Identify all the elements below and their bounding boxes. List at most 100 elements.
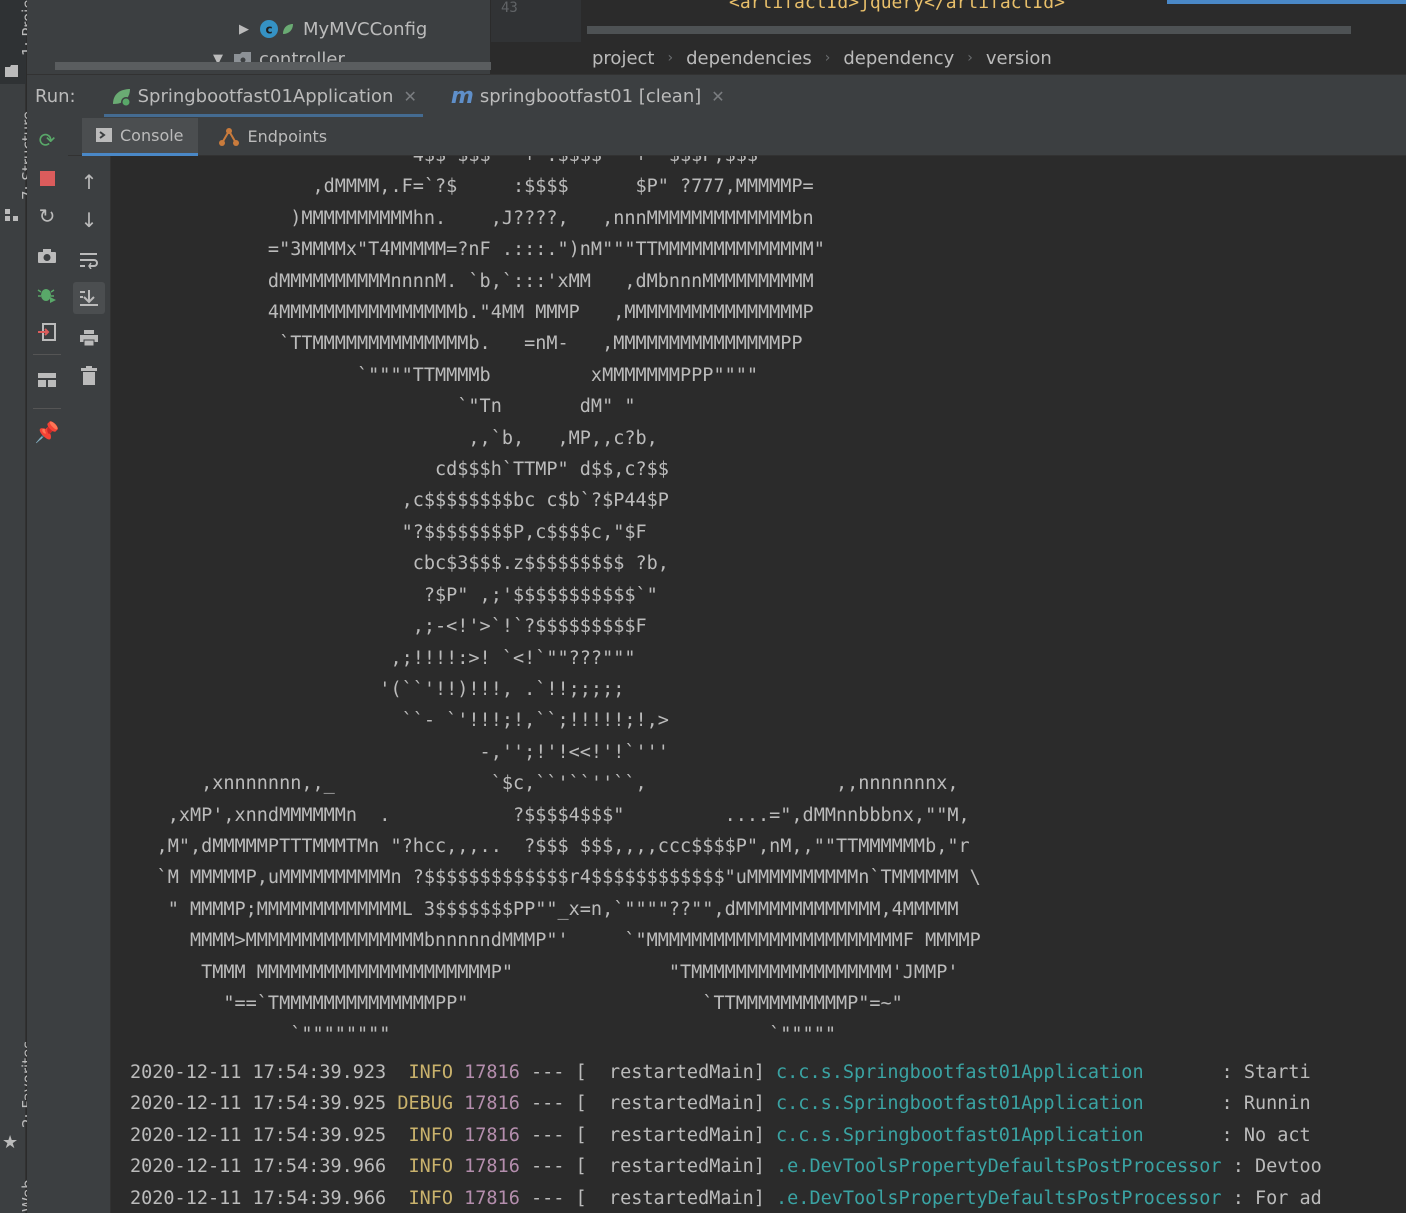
editor-code-line[interactable]: <artifactId>jquery</artifactId>: [729, 0, 1065, 13]
ascii-art-banner: 4$$ $$$ + .$$$$ + $$$F,$$$ ,dMMMM,.F=`?$…: [156, 156, 981, 1046]
log-sep: ---: [519, 1124, 576, 1146]
log-line: 2020-12-11 17:54:39.966 INFO 17816 --- […: [130, 1183, 1322, 1213]
scroll-to-end-icon[interactable]: [77, 286, 101, 310]
run-tab-label: Springbootfast01Application: [137, 86, 394, 107]
log-timestamp: 2020-12-11 17:54:39.923: [130, 1062, 398, 1083]
expand-arrow-icon[interactable]: ▶: [239, 22, 259, 37]
log-level: INFO: [397, 1187, 465, 1209]
log-timestamp: 2020-12-11 17:54:39.966: [130, 1187, 398, 1209]
log-logger: c.c.s.Springbootfast01Application: [776, 1062, 1144, 1083]
run-tab-label: springbootfast01 [clean]: [479, 86, 702, 107]
log-sep: ---: [519, 1187, 576, 1209]
login-icon[interactable]: [35, 320, 59, 344]
breadcrumb-item-version[interactable]: version: [986, 48, 1052, 69]
tab-structure[interactable]: 7: Structure: [0, 106, 37, 230]
stop-icon[interactable]: [35, 166, 59, 190]
svg-text:c: c: [265, 23, 272, 37]
debug-bug-icon[interactable]: [35, 282, 59, 306]
log-line: 2020-12-11 17:54:39.925 INFO 17816 --- […: [130, 1120, 1322, 1151]
camera-icon[interactable]: [35, 244, 59, 268]
print-icon[interactable]: [77, 326, 101, 350]
layout-icon[interactable]: [35, 368, 59, 392]
spring-boot-run-icon: [112, 88, 131, 107]
structure-icon: [5, 209, 18, 221]
tab-console-label: Console: [120, 125, 184, 145]
maven-icon: m: [450, 84, 474, 109]
arrow-down-icon[interactable]: ↓: [77, 208, 101, 232]
run-toolbar-primary: ⟳ ↻ 📌: [27, 118, 67, 1213]
breadcrumb-item-dependency[interactable]: dependency: [843, 48, 954, 69]
arrow-up-icon[interactable]: ↑: [77, 170, 101, 194]
log-message: : Devtoo: [1221, 1156, 1322, 1178]
line-number: 43: [501, 0, 518, 16]
tab-project[interactable]: 1: Proje: [0, 0, 37, 84]
log-logger: c.c.s.Springbootfast01Application: [776, 1093, 1144, 1115]
log-message: : Starti: [1143, 1062, 1311, 1083]
log-pid: 17816: [464, 1093, 520, 1115]
restart-icon[interactable]: ↻: [35, 204, 59, 228]
log-pid: 17816: [464, 1124, 520, 1146]
log-logger: .e.DevToolsPropertyDefaultsPostProcessor: [776, 1187, 1222, 1209]
console-icon: [96, 128, 112, 142]
run-panel-header: Run: Springbootfast01Application ✕ m spr…: [27, 74, 1406, 118]
log-level: INFO: [397, 1156, 465, 1178]
class-icon: c: [260, 20, 278, 38]
log-logger: .e.DevToolsPropertyDefaultsPostProcessor: [776, 1156, 1222, 1178]
trash-icon[interactable]: [77, 364, 101, 388]
log-thread: [ restartedMain]: [575, 1062, 777, 1083]
left-tool-stripe: 1: Proje 7: Structure 2: Favorites ★ Web: [0, 0, 37, 1213]
log-lines: 2020-12-11 17:54:39.923 INFO 17816 --- […: [130, 1057, 1322, 1213]
run-tab-maven-clean[interactable]: m springbootfast01 [clean] ✕: [445, 75, 731, 119]
chevron-right-icon: ›: [824, 50, 831, 66]
chevron-right-icon: ›: [667, 50, 674, 66]
log-logger: c.c.s.Springbootfast01Application: [776, 1124, 1144, 1146]
toolbar-divider: [33, 408, 61, 409]
breadcrumb-item-project[interactable]: project: [592, 48, 654, 69]
log-sep: ---: [519, 1093, 576, 1115]
toolbar-divider: [33, 354, 61, 355]
editor-gutter: 43: [491, 0, 581, 42]
log-line: 2020-12-11 17:54:39.925 DEBUG 17816 --- …: [130, 1088, 1322, 1119]
pin-icon[interactable]: 📌: [35, 420, 60, 444]
tab-endpoints[interactable]: Endpoints: [204, 118, 342, 156]
breadcrumb-item-dependencies[interactable]: dependencies: [686, 48, 812, 69]
tab-favorites[interactable]: 2: Favorites ★: [0, 1030, 37, 1158]
log-level: INFO: [397, 1062, 465, 1083]
log-sep: ---: [519, 1156, 576, 1178]
log-thread: [ restartedMain]: [575, 1093, 777, 1115]
log-pid: 17816: [464, 1156, 520, 1178]
tab-console[interactable]: Console: [82, 117, 198, 156]
log-line: 2020-12-11 17:54:39.923 INFO 17816 --- […: [130, 1057, 1322, 1088]
console-tab-bar: Console Endpoints: [68, 117, 1406, 156]
log-level: DEBUG: [397, 1093, 465, 1115]
active-editor-tab-indicator: [1167, 0, 1406, 4]
log-sep: ---: [519, 1062, 576, 1083]
rerun-icon[interactable]: ⟳: [35, 128, 59, 152]
run-tab-application[interactable]: Springbootfast01Application ✕: [103, 75, 424, 119]
tab-web[interactable]: Web: [0, 1168, 37, 1213]
project-tree: ▶ c MyMVCConfig ▼ controller: [27, 0, 512, 74]
log-timestamp: 2020-12-11 17:54:39.925: [130, 1124, 398, 1146]
log-level: INFO: [397, 1124, 465, 1146]
editor-area[interactable]: 43 <artifactId>jquery</artifactId>: [491, 0, 1406, 42]
log-message: : For ad: [1221, 1187, 1322, 1209]
tree-item-mymvcconfig[interactable]: ▶ c MyMVCConfig: [239, 15, 427, 43]
close-icon[interactable]: ✕: [711, 87, 724, 106]
log-thread: [ restartedMain]: [575, 1187, 777, 1209]
tree-item-label: MyMVCConfig: [303, 18, 428, 40]
soft-wrap-icon[interactable]: [77, 248, 101, 272]
project-horizontal-scrollbar[interactable]: [55, 62, 502, 70]
editor-horizontal-scrollbar[interactable]: [587, 26, 1351, 34]
run-label: Run:: [35, 86, 76, 107]
log-line: 2020-12-11 17:54:39.966 INFO 17816 --- […: [130, 1151, 1322, 1182]
log-pid: 17816: [464, 1187, 520, 1209]
breadcrumb: project › dependencies › dependency › ve…: [491, 42, 1406, 74]
close-icon[interactable]: ✕: [403, 87, 416, 106]
folder-icon: [5, 65, 18, 77]
star-icon: ★: [2, 1132, 19, 1153]
tab-endpoints-label: Endpoints: [247, 127, 328, 146]
run-toolbar-secondary: ↑ ↓: [67, 118, 111, 1213]
chevron-right-icon: ›: [967, 50, 973, 66]
log-timestamp: 2020-12-11 17:54:39.925: [130, 1093, 398, 1115]
console-output[interactable]: 4$$ $$$ + .$$$$ + $$$F,$$$ ,dMMMM,.F=`?$…: [112, 156, 1406, 1213]
